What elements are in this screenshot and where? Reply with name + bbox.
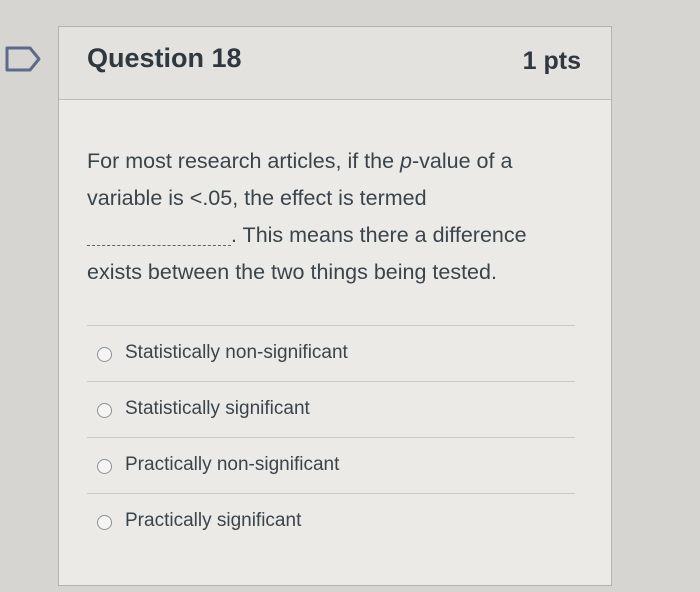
answer-label[interactable]: Statistically non-significant (125, 342, 348, 364)
answer-label[interactable]: Practically non-significant (125, 454, 339, 476)
question-line-2: variable is <.05, the effect is termed (87, 186, 427, 210)
p-italic: p (400, 149, 413, 173)
question-text-segment: For most research articles, if the (87, 149, 401, 173)
question-line-4: exists between the two things being test… (87, 260, 497, 284)
radio-button-icon[interactable] (97, 347, 112, 362)
question-title: Question 18 (87, 43, 242, 73)
radio-button-icon[interactable] (97, 459, 112, 474)
answer-option[interactable]: Practically significant (87, 493, 575, 549)
fill-in-blank (87, 245, 231, 246)
question-line-1: For most research articles, if the p-val… (87, 143, 573, 180)
radio-button-icon[interactable] (97, 515, 112, 530)
question-points: 1 pts (522, 47, 581, 75)
question-header: Question 18 1 pts (59, 27, 611, 100)
question-text-segment: . This means there a difference (231, 223, 527, 247)
radio-button-icon[interactable] (97, 403, 112, 418)
answer-list: Statistically non-significant Statistica… (87, 325, 575, 549)
question-text: For most research articles, if the p-val… (87, 143, 573, 291)
answer-option[interactable]: Statistically non-significant (87, 325, 575, 381)
answer-label[interactable]: Practically significant (125, 510, 301, 532)
question-card: Question 18 1 pts For most research arti… (58, 26, 612, 586)
question-text-segment: -value of a (412, 149, 513, 173)
answer-option[interactable]: Statistically significant (87, 381, 575, 437)
question-line-3: . This means there a difference (87, 217, 573, 254)
answer-option[interactable]: Practically non-significant (87, 437, 575, 493)
answer-label[interactable]: Statistically significant (125, 398, 310, 420)
flag-question-icon[interactable] (4, 44, 42, 74)
